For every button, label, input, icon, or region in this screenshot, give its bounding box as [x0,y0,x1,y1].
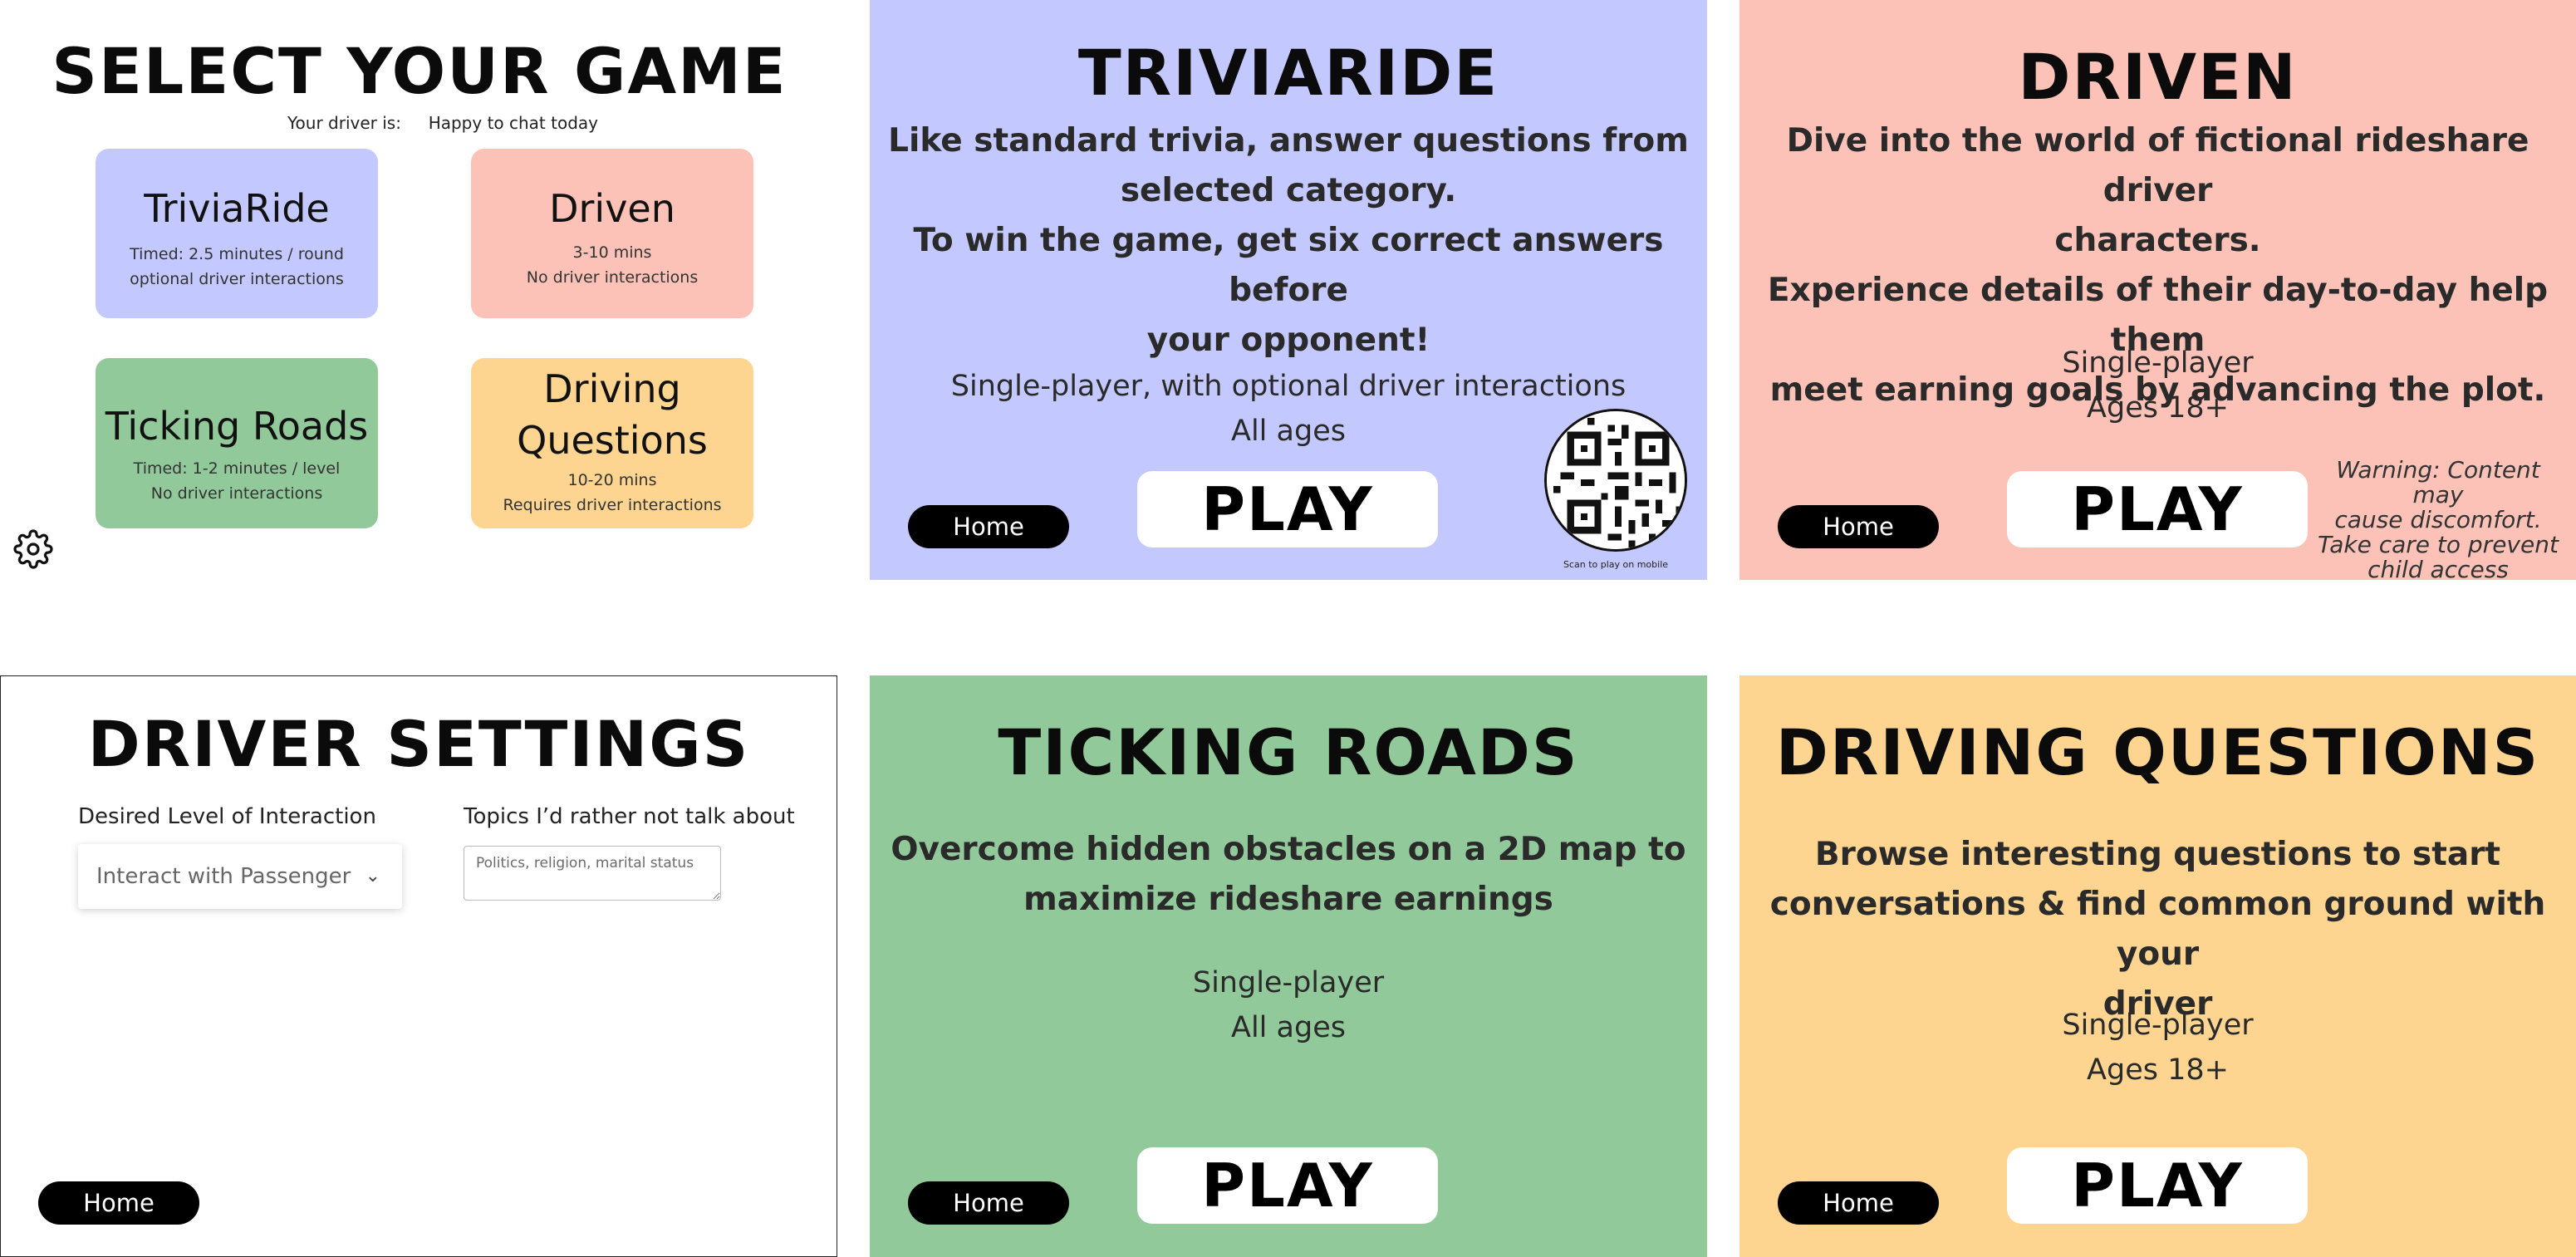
qr-caption: Scan to play on mobile [1563,559,1669,570]
content-warning: Warning: Content may cause discomfort. T… [2309,458,2567,582]
qr-code[interactable] [1544,409,1687,552]
description-line: conversations & find common ground with … [1769,886,2546,973]
card-detail: Timed: 2.5 minutes / round [130,245,344,264]
driver-settings-screen: DRIVER SETTINGS [0,675,837,1257]
game-card-driven[interactable]: Driven 3-10 mins No driver interactions [471,149,753,318]
card-title-line: Questions [517,418,708,463]
description-line: Overcome hidden obstacles on a 2D map to [891,831,1686,868]
warning-line: cause discomfort. [2334,506,2542,533]
card-detail: optional driver interactions [130,270,344,289]
screen-title: TICKING ROADS [998,715,1579,789]
card-detail: No driver interactions [526,268,699,287]
home-button[interactable]: Home [1778,505,1939,548]
description-line: your opponent! [1146,322,1430,359]
screen-title: DRIVER SETTINGS [87,707,750,781]
select-game-screen: SELECT YOUR GAME Your driver is: Happy t… [0,0,864,582]
topics-input[interactable] [464,846,721,901]
interaction-level-value: Interact with Passenger [96,864,351,889]
screen-title: DRIVING QUESTIONS [1775,715,2540,789]
screen-title: DRIVEN [2018,40,2298,114]
driver-status-line: Your driver is: Happy to chat today [0,113,864,133]
game-description: Browse interesting questions to start co… [1739,830,2576,1029]
description-line: Dive into the world of fictional ridesha… [1786,122,2529,209]
driver-status: Happy to chat today [428,113,598,133]
game-description: Like standard trivia, answer questions f… [870,116,1707,366]
description-line: Browse interesting questions to start [1814,836,2501,873]
card-title-line: Driving [543,366,681,411]
warning-line: Warning: Content may [2336,456,2540,508]
home-button[interactable]: Home [38,1181,199,1225]
driving-questions-screen: DRIVING QUESTIONS Browse interesting que… [1739,675,2576,1257]
gear-icon[interactable] [13,529,53,569]
screen-title: TRIVIARIDE [1077,36,1499,110]
card-detail: Timed: 1-2 minutes / level [133,459,341,479]
card-detail: Requires driver interactions [503,496,722,514]
description-line: To win the game, get six correct answers… [913,222,1664,309]
players-info: Single-player, with optional driver inte… [950,370,1627,403]
triviaride-screen: TRIVIARIDE Like standard trivia, answer … [870,0,1707,580]
qr-code-icon [1547,411,1685,549]
game-card-driving-questions[interactable]: Driving Questions 10-20 mins Requires dr… [471,358,753,528]
interaction-level-select[interactable]: Interact with Passenger ⌄ [78,844,402,909]
card-title: Driven [549,186,675,231]
ticking-roads-screen: TICKING ROADS Overcome hidden obstacles … [870,675,1707,1257]
age-info: All ages [1231,1011,1346,1044]
age-info: Ages 18+ [2087,1053,2229,1087]
home-button[interactable]: Home [908,1181,1069,1225]
description-line: characters. [2054,222,2261,259]
age-info: Ages 18+ [2087,391,2229,425]
topics-label: Topics I’d rather not talk about [464,804,795,829]
card-title: TriviaRide [144,186,330,231]
driver-label: Your driver is: [287,113,401,133]
players-info: Single-player [2062,346,2254,380]
description-line: maximize rideshare earnings [1023,881,1553,918]
game-card-ticking-roads[interactable]: Ticking Roads Timed: 1-2 minutes / level… [96,358,378,528]
play-button[interactable]: PLAY [1137,1147,1438,1224]
play-button[interactable]: PLAY [2007,1147,2308,1224]
play-button[interactable]: PLAY [1137,471,1438,547]
card-detail: 3-10 mins [572,243,652,263]
home-button[interactable]: Home [1778,1181,1939,1225]
page-title: SELECT YOUR GAME [52,34,788,108]
game-description: Overcome hidden obstacles on a 2D map to… [870,825,1707,925]
interaction-label: Desired Level of Interaction [78,804,376,829]
game-card-triviaride[interactable]: TriviaRide Timed: 2.5 minutes / round op… [96,149,378,318]
card-title: Ticking Roads [105,404,369,449]
players-info: Single-player [2062,1009,2254,1042]
chevron-down-icon: ⌄ [365,866,380,886]
home-button[interactable]: Home [908,505,1069,548]
players-info: Single-player [1192,966,1385,999]
description-line: Like standard trivia, answer questions f… [888,122,1689,160]
card-detail: No driver interactions [150,484,323,503]
play-button[interactable]: PLAY [2007,471,2308,547]
warning-line: child access [2367,556,2509,583]
description-line: selected category. [1120,172,1457,209]
warning-line: Take care to prevent [2318,531,2559,558]
card-detail: 10-20 mins [567,471,657,489]
